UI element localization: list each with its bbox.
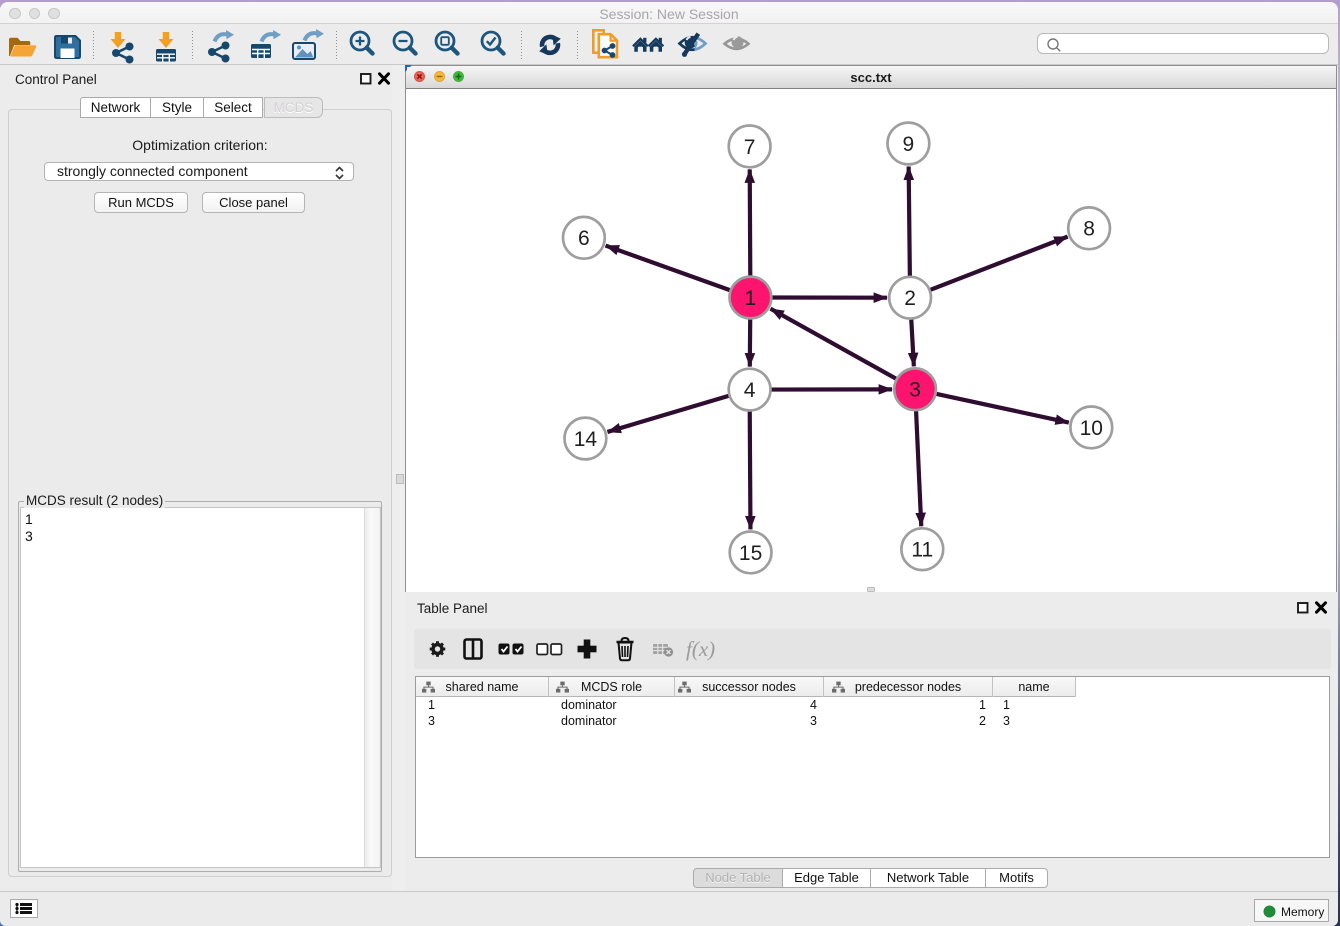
svg-text:f(x): f(x) [686, 637, 715, 661]
svg-text:4: 4 [744, 379, 756, 402]
svg-text:10: 10 [1080, 417, 1103, 440]
svg-text:8: 8 [1083, 218, 1095, 241]
svg-text:9: 9 [903, 133, 915, 156]
svg-text:2: 2 [904, 287, 916, 310]
svg-text:15: 15 [739, 542, 762, 565]
svg-text:1: 1 [745, 287, 757, 310]
svg-text:14: 14 [574, 428, 598, 451]
svg-text:7: 7 [744, 136, 756, 159]
svg-text:6: 6 [578, 227, 590, 250]
svg-text:11: 11 [911, 539, 933, 562]
svg-text:3: 3 [909, 379, 921, 402]
